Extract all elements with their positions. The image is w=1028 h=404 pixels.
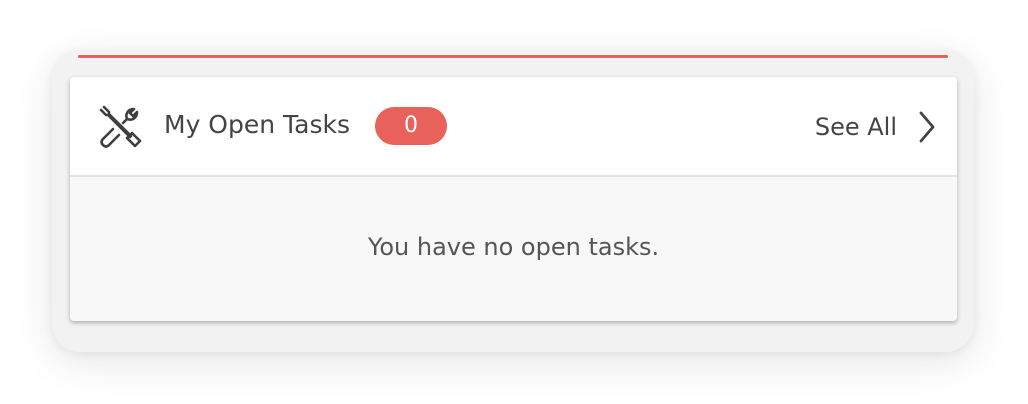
card-header: My Open Tasks 0 See All [70, 77, 957, 177]
widget-frame: My Open Tasks 0 See All You have no open… [52, 50, 974, 352]
open-tasks-count-badge: 0 [375, 107, 447, 145]
chevron-right-icon [919, 111, 935, 143]
accent-strip [78, 55, 948, 58]
card-body: You have no open tasks. [70, 177, 957, 321]
empty-state-message: You have no open tasks. [367, 233, 660, 261]
tools-icon [99, 105, 142, 148]
see-all-label: See All [814, 113, 897, 141]
widget-title: My Open Tasks [164, 110, 351, 139]
open-tasks-card: My Open Tasks 0 See All You have no open… [70, 77, 957, 321]
see-all-link[interactable]: See All [815, 107, 937, 147]
